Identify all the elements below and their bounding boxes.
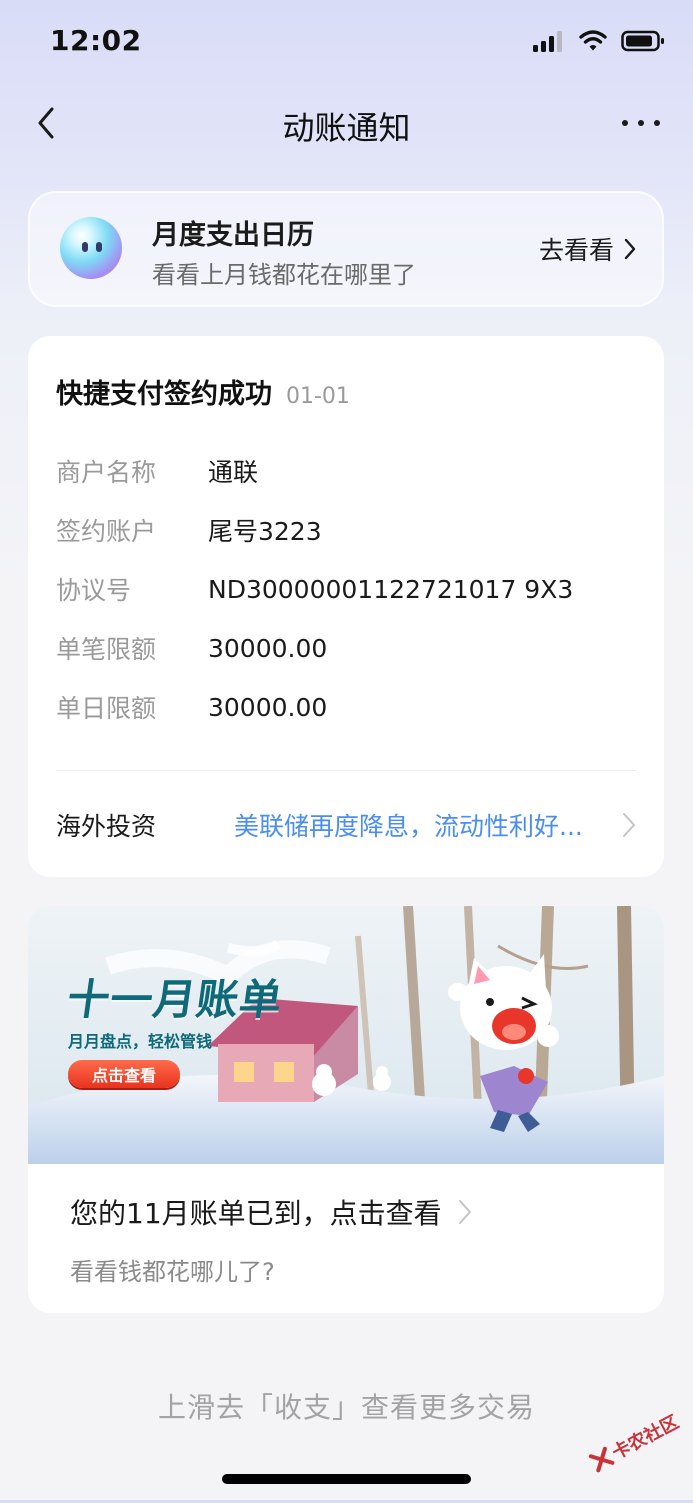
detail-label: 商户名称 xyxy=(56,458,157,487)
bill-banner[interactable]: 十一月账单 月月盘点，轻松管钱 点击查看 xyxy=(28,906,664,1164)
promo-action-label: 去看看 xyxy=(538,236,614,265)
detail-value: ND30000001122721017 9X3 xyxy=(208,574,574,604)
invest-label: 海外投资 xyxy=(56,812,157,841)
mascot-eye xyxy=(82,242,88,252)
wifi-icon xyxy=(579,30,607,51)
overseas-investment-row[interactable]: 海外投资 美联储再度降息，流动性利好... xyxy=(56,802,636,848)
detail-row-daily-limit: 单日限额 30000.00 xyxy=(56,687,636,727)
notice-header: 快捷支付签约成功 01-01 xyxy=(56,372,350,411)
detail-value: 30000.00 xyxy=(208,692,328,722)
status-bar: 12:02 xyxy=(0,0,693,80)
detail-label: 单笔限额 xyxy=(56,635,157,664)
page-title: 动账通知 xyxy=(282,109,411,147)
detail-label: 协议号 xyxy=(56,576,132,605)
more-button[interactable] xyxy=(617,103,665,143)
home-indicator[interactable] xyxy=(222,1474,471,1484)
nav-bar: 动账通知 xyxy=(0,85,693,161)
promo-subtitle: 看看上月钱都花在哪里了 xyxy=(152,261,416,289)
detail-row-single-limit: 单笔限额 30000.00 xyxy=(56,628,636,668)
monthly-bill-card: 十一月账单 月月盘点，轻松管钱 点击查看 您的11月账单已到，点击查看 看看钱都… xyxy=(28,906,664,1313)
bill-title-link[interactable]: 您的11月账单已到，点击查看 xyxy=(70,1192,472,1232)
detail-row-agreement: 协议号 ND30000001122721017 9X3 xyxy=(56,569,636,609)
promo-title: 月度支出日历 xyxy=(152,220,314,251)
mascot-avatar-icon xyxy=(60,217,122,279)
bill-title: 您的11月账单已到，点击查看 xyxy=(70,1197,442,1230)
status-time: 12:02 xyxy=(50,24,142,57)
detail-value: 尾号3223 xyxy=(208,517,322,546)
detail-label: 签约账户 xyxy=(56,517,157,546)
battery-icon xyxy=(621,30,664,52)
detail-value: 通联 xyxy=(208,458,259,487)
banner-title: 十一月账单 xyxy=(64,975,287,1024)
chevron-right-icon xyxy=(624,238,636,260)
notice-title: 快捷支付签约成功 xyxy=(56,379,272,410)
chevron-right-icon xyxy=(623,813,635,837)
mascot-eye xyxy=(96,242,102,252)
status-icons xyxy=(533,30,665,52)
payment-notice-card: 快捷支付签约成功 01-01 商户名称 通联 签约账户 尾号3223 协议号 N… xyxy=(28,336,664,877)
invest-news-link[interactable]: 美联储再度降息，流动性利好... xyxy=(234,807,622,843)
banner-subtitle: 月月盘点，轻松管钱 xyxy=(68,1032,213,1051)
notice-date: 01-01 xyxy=(286,384,350,409)
spending-calendar-card[interactable]: 月度支出日历 看看上月钱都花在哪里了 去看看 xyxy=(28,191,664,307)
watermark-text: 卡农社区 xyxy=(608,1411,683,1465)
promo-action-link[interactable]: 去看看 xyxy=(539,231,636,267)
swipe-up-hint: 上滑去「收支」查看更多交易 xyxy=(157,1391,535,1424)
signal-icon xyxy=(533,31,562,52)
chevron-right-icon xyxy=(458,1200,471,1224)
detail-value: 30000.00 xyxy=(208,633,328,663)
banner-view-button[interactable]: 点击查看 xyxy=(68,1060,180,1088)
bill-subtitle: 看看钱都花哪儿了? xyxy=(70,1258,275,1286)
divider xyxy=(56,770,636,771)
detail-row-merchant: 商户名称 通联 xyxy=(56,451,636,491)
detail-label: 单日限额 xyxy=(56,694,157,723)
more-icon xyxy=(622,120,660,126)
detail-row-account: 签约账户 尾号3223 xyxy=(56,510,636,550)
